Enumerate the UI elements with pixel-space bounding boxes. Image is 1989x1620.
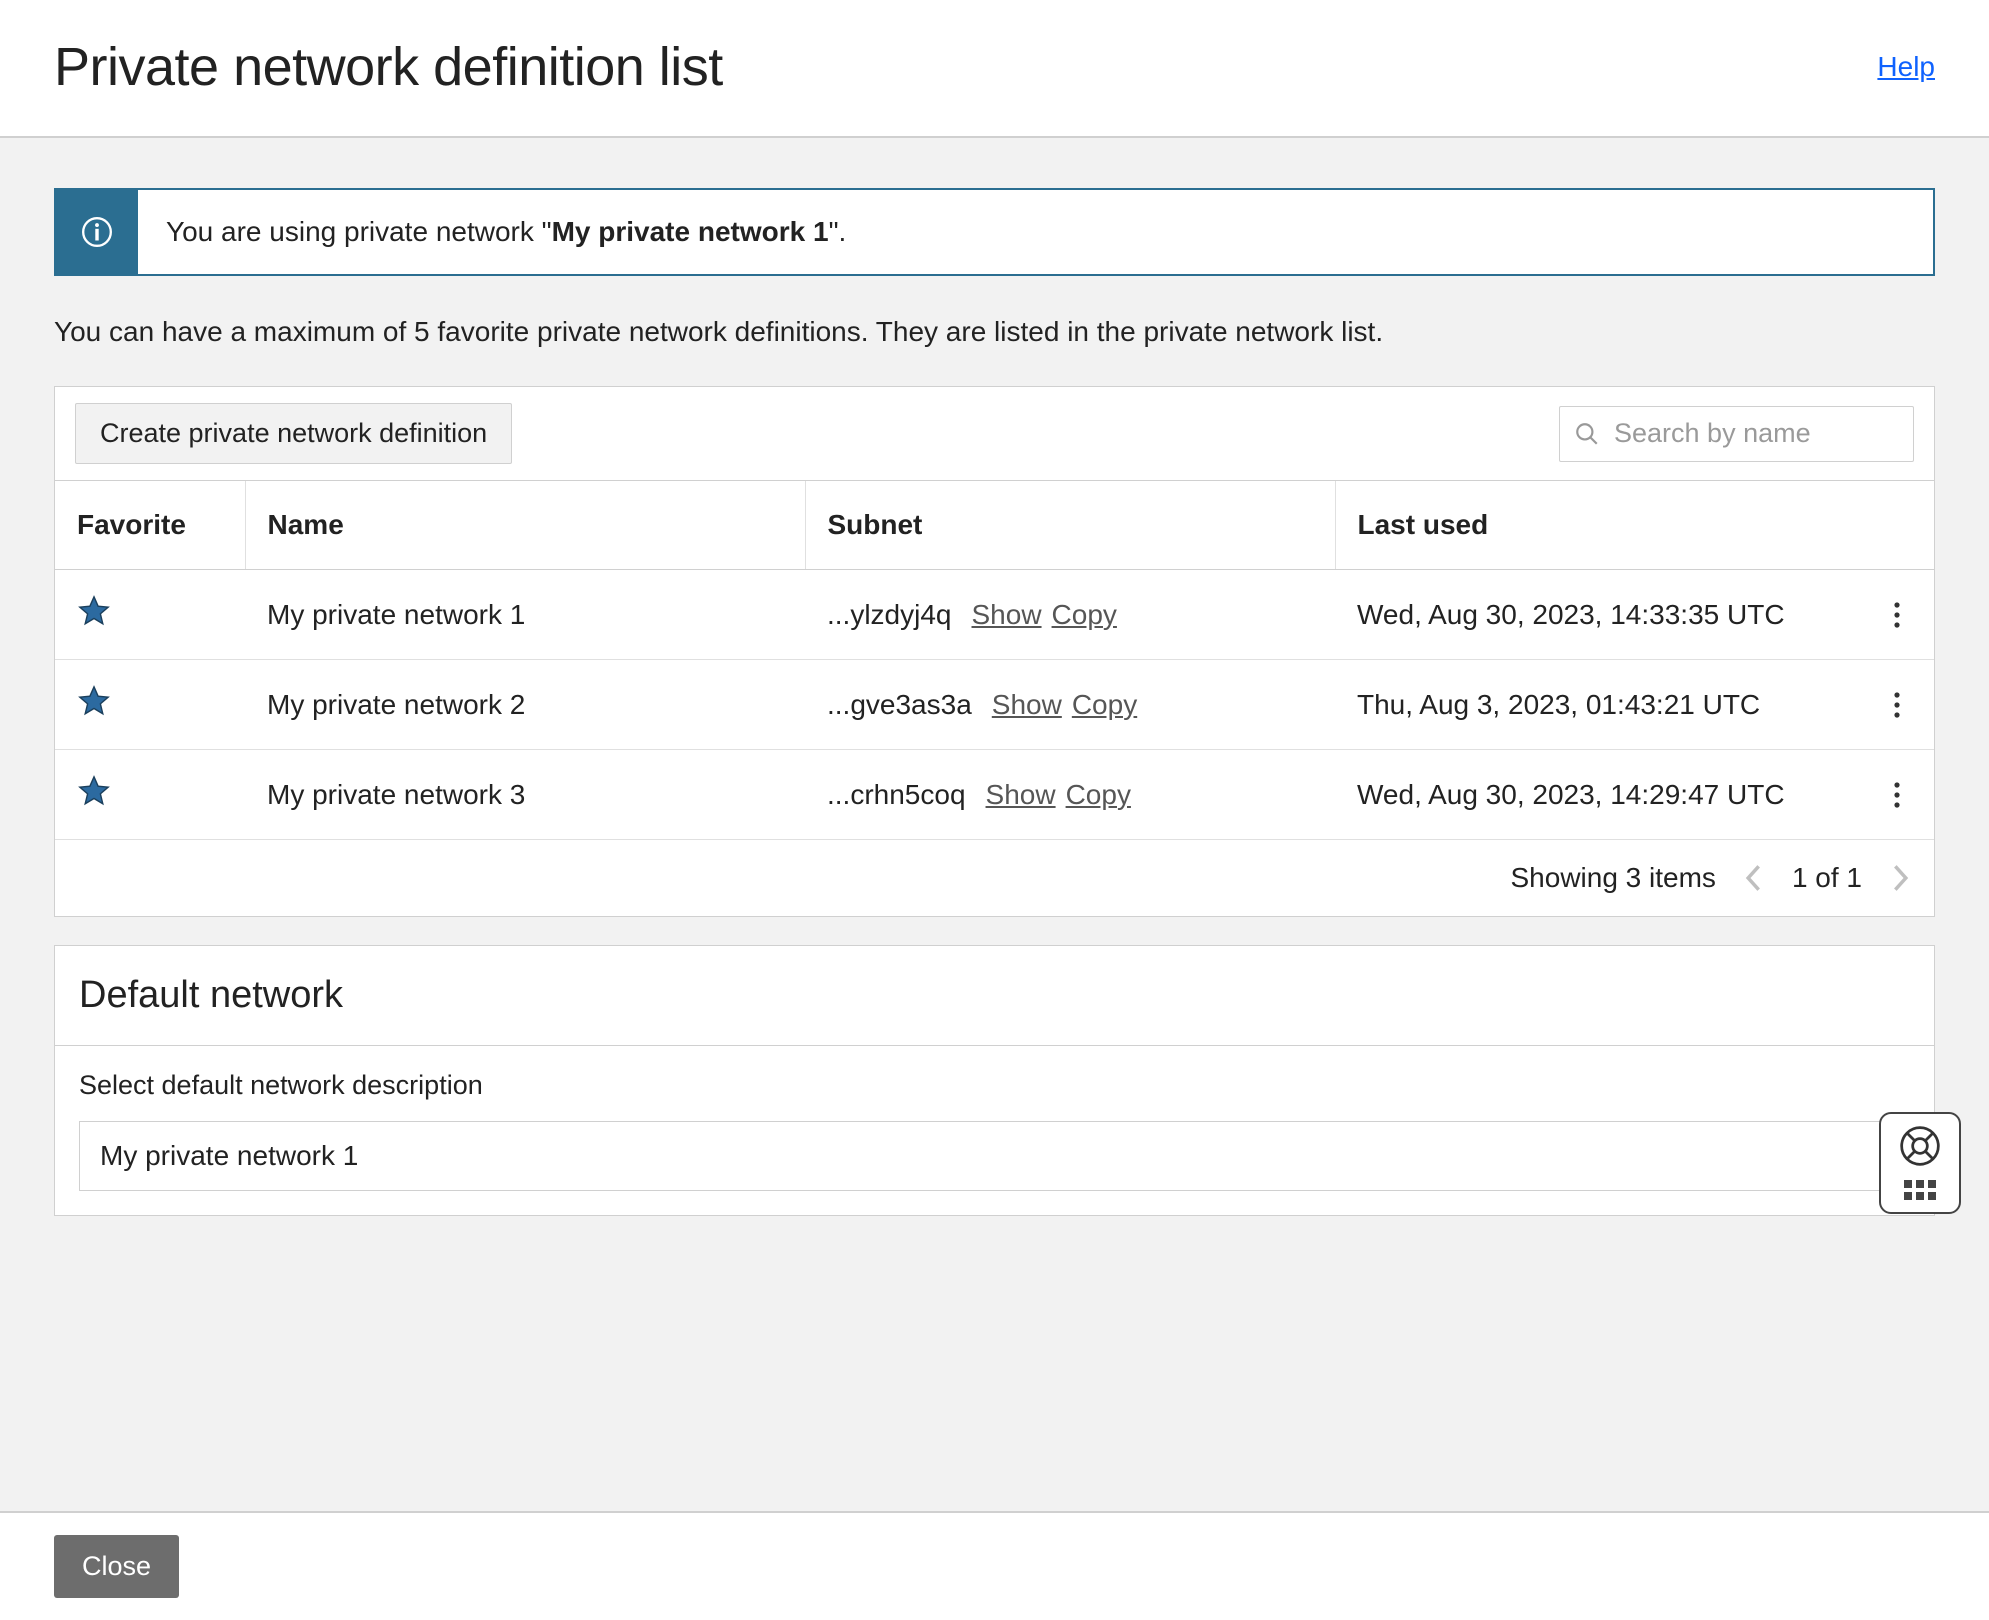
copy-subnet-link[interactable]: Copy (1072, 689, 1137, 720)
network-table: Favorite Name Subnet Last used My privat… (55, 481, 1934, 840)
chevron-left-icon (1744, 864, 1764, 892)
favorite-star-icon[interactable] (77, 774, 111, 808)
showing-count: Showing 3 items (1511, 862, 1716, 894)
row-name: My private network 2 (267, 689, 525, 720)
default-network-heading: Default network (55, 946, 1934, 1046)
copy-subnet-link[interactable]: Copy (1052, 599, 1117, 630)
row-last-used: Wed, Aug 30, 2023, 14:33:35 UTC (1357, 599, 1785, 630)
table-row: My private network 2 ...gve3as3a Show Copy T… (55, 660, 1934, 750)
info-banner: You are using private network "My privat… (54, 188, 1935, 276)
close-button[interactable]: Close (54, 1535, 179, 1598)
col-header-favorite[interactable]: Favorite (55, 481, 245, 570)
network-table-panel: Create private network definition Favori… (54, 386, 1935, 917)
table-row: My private network 3 ...crhn5coq Show Copy W… (55, 750, 1934, 840)
help-link[interactable]: Help (1877, 51, 1935, 83)
table-toolbar: Create private network definition (55, 387, 1934, 481)
show-subnet-link[interactable]: Show (986, 779, 1056, 810)
page-indicator: 1 of 1 (1792, 862, 1862, 894)
info-network-name: My private network 1 (552, 216, 829, 247)
row-menu-button[interactable] (1882, 775, 1912, 815)
row-menu-button[interactable] (1882, 685, 1912, 725)
search-icon (1574, 421, 1600, 447)
copy-subnet-link[interactable]: Copy (1066, 779, 1131, 810)
row-last-used: Wed, Aug 30, 2023, 14:29:47 UTC (1357, 779, 1785, 810)
next-page-button[interactable] (1890, 864, 1910, 892)
favorite-star-icon[interactable] (77, 594, 111, 628)
show-subnet-link[interactable]: Show (972, 599, 1042, 630)
default-network-selected-value: My private network 1 (100, 1140, 358, 1172)
subnet-fragment: ...crhn5coq (827, 779, 966, 810)
show-subnet-link[interactable]: Show (992, 689, 1062, 720)
default-network-panel: Default network Select default network d… (54, 945, 1935, 1216)
favorite-star-icon[interactable] (77, 684, 111, 718)
footer-bar: Close (0, 1511, 1989, 1620)
default-network-select-label: Select default network description (79, 1070, 1910, 1101)
lifebuoy-icon (1898, 1124, 1942, 1168)
row-menu-button[interactable] (1882, 595, 1912, 635)
info-suffix: ". (829, 216, 847, 247)
chevron-right-icon (1890, 864, 1910, 892)
info-banner-text: You are using private network "My privat… (138, 190, 874, 274)
page-header: Private network definition list Help (0, 0, 1989, 138)
info-prefix: You are using private network " (166, 216, 552, 247)
help-floating-widget[interactable] (1879, 1112, 1961, 1214)
prev-page-button[interactable] (1744, 864, 1764, 892)
search-input[interactable] (1612, 417, 1970, 450)
limit-description: You can have a maximum of 5 favorite pri… (54, 316, 1935, 348)
grid-icon (1904, 1180, 1936, 1200)
col-header-subnet[interactable]: Subnet (805, 481, 1335, 570)
main-content: You are using private network "My privat… (0, 138, 1989, 1518)
table-row: My private network 1 ...ylzdyj4q Show Copy W… (55, 570, 1934, 660)
search-field-wrapper[interactable] (1559, 406, 1914, 462)
pagination-bar: Showing 3 items 1 of 1 (55, 840, 1934, 916)
subnet-fragment: ...ylzdyj4q (827, 599, 952, 630)
row-last-used: Thu, Aug 3, 2023, 01:43:21 UTC (1357, 689, 1760, 720)
create-network-button[interactable]: Create private network definition (75, 403, 512, 464)
subnet-fragment: ...gve3as3a (827, 689, 972, 720)
row-name: My private network 1 (267, 599, 525, 630)
col-header-name[interactable]: Name (245, 481, 805, 570)
row-name: My private network 3 (267, 779, 525, 810)
page-title: Private network definition list (54, 36, 723, 98)
default-network-select[interactable]: My private network 1 (79, 1121, 1910, 1191)
info-icon (56, 190, 138, 274)
col-header-lastused[interactable]: Last used (1335, 481, 1934, 570)
